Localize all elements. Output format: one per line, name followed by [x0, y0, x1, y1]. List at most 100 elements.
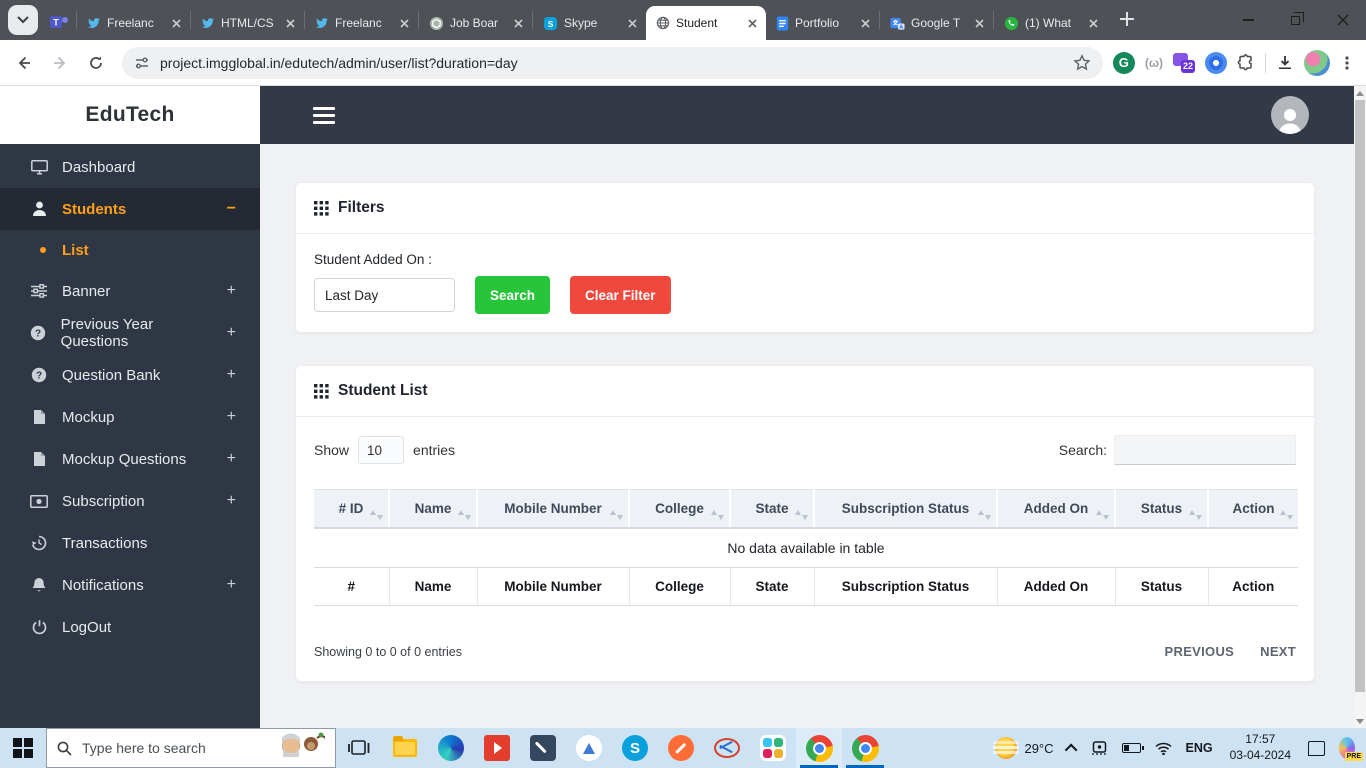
sidebar-item-previous-year-questions[interactable]: ? Previous Year Questions + [0, 312, 260, 354]
entries-select[interactable] [358, 436, 405, 464]
clear-filter-button[interactable]: Clear Filter [570, 276, 671, 314]
sidebar-item-question-bank[interactable]: ? Question Bank + [0, 354, 260, 396]
user-avatar[interactable] [1271, 96, 1309, 134]
taskbar-slack[interactable] [750, 728, 796, 768]
browser-tab[interactable]: Job Boar [419, 6, 532, 40]
extensions-puzzle-icon[interactable] [1237, 53, 1255, 72]
tray-language[interactable]: ENG [1181, 728, 1218, 768]
tray-show-hidden-icons[interactable] [1063, 728, 1082, 768]
pinned-tab-teams[interactable]: T [42, 6, 76, 40]
expand-plus-icon[interactable]: + [227, 324, 236, 342]
grammarly-icon[interactable]: G [1112, 51, 1135, 74]
expand-plus-icon[interactable]: + [227, 408, 236, 426]
tab-close-icon[interactable] [857, 15, 873, 31]
tab-close-icon[interactable] [168, 15, 184, 31]
column-header-status[interactable]: Status [1115, 489, 1209, 529]
tab-close-icon[interactable] [282, 15, 298, 31]
sidebar-item-banner[interactable]: Banner + [0, 270, 260, 312]
sidebar-subitem-list[interactable]: List [0, 230, 260, 270]
extension-blue-icon[interactable] [1205, 51, 1227, 74]
weather-widget[interactable]: 29°C [990, 728, 1058, 768]
expand-plus-icon[interactable]: + [227, 576, 236, 594]
scroll-up-arrow[interactable] [1354, 87, 1366, 99]
taskbar-edge[interactable] [428, 728, 474, 768]
expand-plus-icon[interactable]: + [227, 282, 236, 300]
browser-tab[interactable]: Freelanc [77, 6, 190, 40]
previous-page-button[interactable]: PREVIOUS [1165, 644, 1235, 659]
tab-close-icon[interactable] [1085, 15, 1101, 31]
column-header-added-on[interactable]: Added On [997, 489, 1116, 529]
window-restore-button[interactable] [1272, 0, 1319, 40]
tab-search-button[interactable] [8, 5, 38, 35]
column-header-state[interactable]: State [730, 489, 815, 529]
sidebar-item-subscription[interactable]: Subscription + [0, 480, 260, 522]
sidebar-item-mockup[interactable]: Mockup + [0, 396, 260, 438]
sidebar-item-transactions[interactable]: Transactions [0, 522, 260, 564]
download-icon[interactable] [1276, 54, 1294, 72]
scrollbar-thumb[interactable] [1355, 100, 1365, 692]
taskbar-snipping-tool[interactable] [704, 728, 750, 768]
start-button[interactable] [0, 728, 46, 768]
browser-tab[interactable]: (1) What [994, 6, 1107, 40]
student-added-on-select[interactable] [314, 278, 455, 312]
collapse-minus-icon[interactable]: − [227, 200, 236, 218]
taskbar-search-box[interactable]: Type here to search [46, 728, 336, 768]
sidebar-item-students[interactable]: Students − [0, 188, 260, 230]
taskbar-chrome-active[interactable] [796, 728, 842, 768]
page-scrollbar[interactable] [1354, 86, 1366, 728]
column-header-name[interactable]: Name [389, 489, 478, 529]
column-header-college[interactable]: College [629, 489, 731, 529]
forward-button[interactable] [44, 47, 76, 79]
taskbar-anydesk[interactable] [474, 728, 520, 768]
tab-close-icon[interactable] [624, 15, 640, 31]
column-header-id[interactable]: # ID [314, 489, 390, 529]
sidebar-item-mockup-questions[interactable]: Mockup Questions + [0, 438, 260, 480]
tray-clock[interactable]: 17:57 03-04-2024 [1222, 732, 1299, 763]
taskbar-design-app[interactable] [566, 728, 612, 768]
sidebar-item-dashboard[interactable]: Dashboard [0, 146, 260, 188]
reload-button[interactable] [80, 47, 112, 79]
taskbar-pgadmin[interactable] [520, 728, 566, 768]
browser-tab[interactable]: Google T [880, 6, 993, 40]
back-button[interactable] [8, 47, 40, 79]
extension-gray-icon[interactable]: (ω) [1145, 56, 1163, 70]
tab-close-icon[interactable] [396, 15, 412, 31]
taskbar-file-explorer[interactable] [382, 728, 428, 768]
address-bar[interactable]: project.imgglobal.in/edutech/admin/user/… [122, 46, 1103, 79]
sidebar-item-notifications[interactable]: Notifications + [0, 564, 260, 606]
tab-close-icon[interactable] [510, 15, 526, 31]
app-logo[interactable]: EduTech [0, 86, 260, 144]
column-header-action[interactable]: Action [1208, 489, 1298, 529]
expand-plus-icon[interactable]: + [227, 450, 236, 468]
window-close-button[interactable] [1319, 0, 1366, 40]
extension-simulator-icon[interactable]: 22 [1173, 52, 1195, 73]
tray-notifications[interactable] [1303, 728, 1330, 768]
site-info-icon[interactable] [134, 55, 150, 71]
taskbar-chrome-2[interactable] [842, 728, 888, 768]
tray-copilot[interactable]: PRE [1334, 735, 1363, 761]
new-tab-button[interactable] [1113, 5, 1141, 33]
bookmark-star-icon[interactable] [1073, 53, 1091, 72]
browser-tab[interactable]: Freelanc [305, 6, 418, 40]
window-minimize-button[interactable] [1225, 0, 1272, 40]
column-header-subscription[interactable]: Subscription Status [814, 489, 998, 529]
table-search-input[interactable] [1114, 435, 1296, 465]
menu-kebab-icon[interactable] [1340, 55, 1354, 71]
sidebar-item-logout[interactable]: LogOut [0, 606, 260, 648]
tray-battery[interactable] [1117, 728, 1146, 768]
taskbar-postman[interactable] [658, 728, 704, 768]
expand-plus-icon[interactable]: + [227, 492, 236, 510]
browser-tab-active[interactable]: Student [646, 6, 766, 40]
tab-close-icon[interactable] [744, 15, 760, 31]
tab-close-icon[interactable] [971, 15, 987, 31]
browser-tab[interactable]: Portfolio [766, 6, 879, 40]
expand-plus-icon[interactable]: + [227, 366, 236, 384]
browser-tab[interactable]: HTML/CS [191, 6, 304, 40]
tray-cast-button[interactable] [1086, 728, 1113, 768]
browser-tab[interactable]: S Skype [533, 6, 646, 40]
taskbar-skype[interactable]: S [612, 728, 658, 768]
browser-profile-avatar[interactable] [1304, 49, 1330, 76]
search-button[interactable]: Search [475, 276, 551, 314]
column-header-mobile[interactable]: Mobile Number [477, 489, 630, 529]
hamburger-menu-button[interactable] [313, 106, 335, 124]
